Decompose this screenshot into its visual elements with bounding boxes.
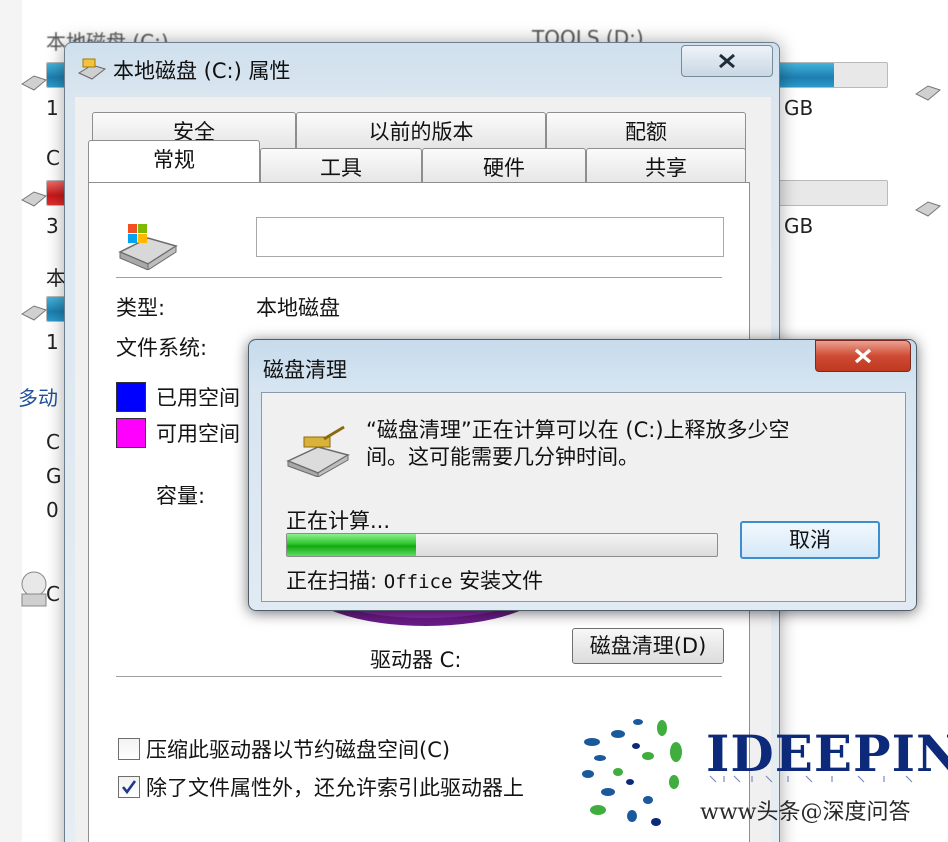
partial-text-c2: C [46, 430, 60, 454]
drive-red-usage-fill [47, 181, 65, 205]
drive-icon [77, 58, 107, 80]
drive-red-usage-bar [46, 180, 66, 206]
disk-cleanup-dialog: 磁盘清理 “磁盘清理”正在计算可以在 (C:)上释放多少空 间。这可能需要几分钟… [248, 339, 917, 611]
drive-c-usage-bar [46, 62, 66, 88]
close-icon [719, 53, 735, 69]
cleanup-progress-fill [287, 534, 416, 556]
close-button[interactable] [681, 45, 773, 77]
disk-cleanup-button[interactable]: 磁盘清理(D) [572, 628, 724, 664]
tab-hardware[interactable]: 硬件 [422, 148, 586, 186]
type-value: 本地磁盘 [256, 296, 340, 320]
used-space-swatch [116, 382, 146, 412]
drive-name-input[interactable] [256, 217, 724, 257]
filesystem-label: 文件系统: [116, 336, 208, 360]
tab-previous-versions[interactable]: 以前的版本 [296, 112, 546, 150]
drive-letter-label: 驱动器 C: [370, 648, 462, 672]
drive-icon [21, 191, 48, 207]
dialog-close-button[interactable] [815, 340, 911, 372]
compress-label: 压缩此驱动器以节约磁盘空间(C) [146, 738, 451, 762]
capacity-label: 容量: [156, 484, 206, 508]
dialog-title: 磁盘清理 [263, 358, 347, 382]
cleanup-message: “磁盘清理”正在计算可以在 (C:)上释放多少空 间。这可能需要几分钟时间。 [366, 417, 886, 471]
cancel-button[interactable]: 取消 [740, 521, 880, 559]
separator [116, 277, 722, 278]
drive-icon [21, 75, 48, 91]
drive-e-size: GB [784, 214, 814, 238]
scanning-item-type: 安装文件 [459, 569, 544, 593]
partial-text-1: 1 [46, 96, 59, 120]
partial-text-1b: 1 [46, 330, 59, 354]
type-label: 类型: [116, 296, 166, 320]
drive-f-usage-bar [46, 296, 66, 322]
watermark-logo [582, 719, 682, 826]
partial-text-0: 0 [46, 498, 59, 522]
free-space-swatch [116, 418, 146, 448]
close-icon [854, 348, 872, 364]
partial-text-3: 3 [46, 214, 59, 238]
tab-sharing[interactable]: 共享 [586, 148, 746, 186]
partial-text-g: G [46, 464, 62, 488]
screenshot-stage: 本地磁盘 (C:) TOOLS (D:) GB GB 1 C 3 本 1 多动 … [0, 0, 948, 842]
dialog-body: “磁盘清理”正在计算可以在 (C:)上释放多少空 间。这可能需要几分钟时间。 正… [261, 392, 906, 602]
scanning-prefix: 正在扫描: [286, 569, 378, 593]
checkmark-icon [121, 780, 137, 795]
partial-text-c: C [46, 146, 60, 170]
windows-drive-icon [118, 224, 178, 270]
separator [116, 676, 722, 677]
drive-f-usage-fill [47, 297, 65, 321]
cd-drive-icon [21, 571, 47, 607]
disk-cleanup-icon [286, 425, 350, 477]
free-space-label: 可用空间 [156, 422, 240, 446]
drive-d-size: GB [784, 96, 814, 120]
partial-text-ben: 本 [46, 266, 66, 290]
section-header-removable: 多动 [18, 386, 58, 410]
scanning-item-name: Office [383, 571, 453, 593]
drive-icon [21, 305, 48, 321]
window-title: 本地磁盘 (C:) 属性 [113, 59, 291, 83]
cleanup-progress-bar [286, 533, 718, 557]
cleanup-message-line1: “磁盘清理”正在计算可以在 (C:)上释放多少空 [366, 418, 790, 442]
index-checkbox[interactable] [118, 776, 140, 798]
scanning-status: 正在扫描: Office 安装文件 [286, 565, 543, 595]
used-space-label: 已用空间 [156, 386, 240, 410]
drive-icon [915, 201, 942, 217]
cleanup-message-line2: 间。这可能需要几分钟时间。 [366, 445, 639, 469]
explorer-nav-strip [0, 0, 22, 842]
tab-quota[interactable]: 配额 [546, 112, 746, 150]
partial-text-c3: C [46, 582, 60, 606]
compress-checkbox[interactable] [118, 738, 140, 760]
tab-general[interactable]: 常规 [88, 140, 260, 182]
drive-icon [915, 85, 942, 101]
calculating-label: 正在计算... [286, 509, 391, 533]
tab-tools[interactable]: 工具 [260, 148, 422, 186]
watermark-credit: www头条@深度问答 [700, 800, 911, 825]
index-label: 除了文件属性外，还允许索引此驱动器上 [146, 776, 524, 800]
drive-c-usage-fill [47, 63, 65, 87]
watermark-tagline-graphic [709, 775, 913, 783]
